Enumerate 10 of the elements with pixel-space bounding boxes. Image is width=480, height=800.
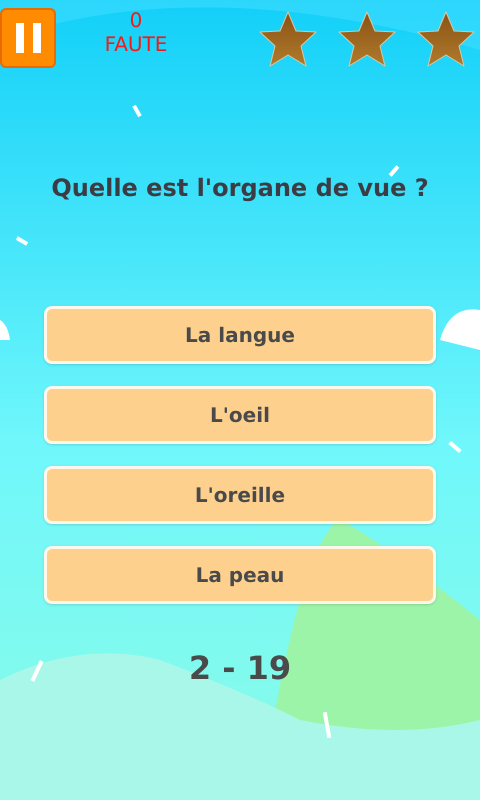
- mistake-label: FAUTE: [104, 32, 168, 56]
- pause-button[interactable]: [0, 8, 56, 68]
- answer-button[interactable]: L'oeil: [44, 386, 436, 444]
- answer-button[interactable]: L'oreille: [44, 466, 436, 524]
- answer-button[interactable]: La langue: [44, 306, 436, 364]
- pause-icon: [16, 23, 40, 53]
- mistake-count: 0: [130, 8, 142, 32]
- answer-button[interactable]: La peau: [44, 546, 436, 604]
- question-text: Quelle est l'organe de vue ?: [50, 173, 430, 204]
- progress-counter: 2 - 19: [188, 648, 292, 689]
